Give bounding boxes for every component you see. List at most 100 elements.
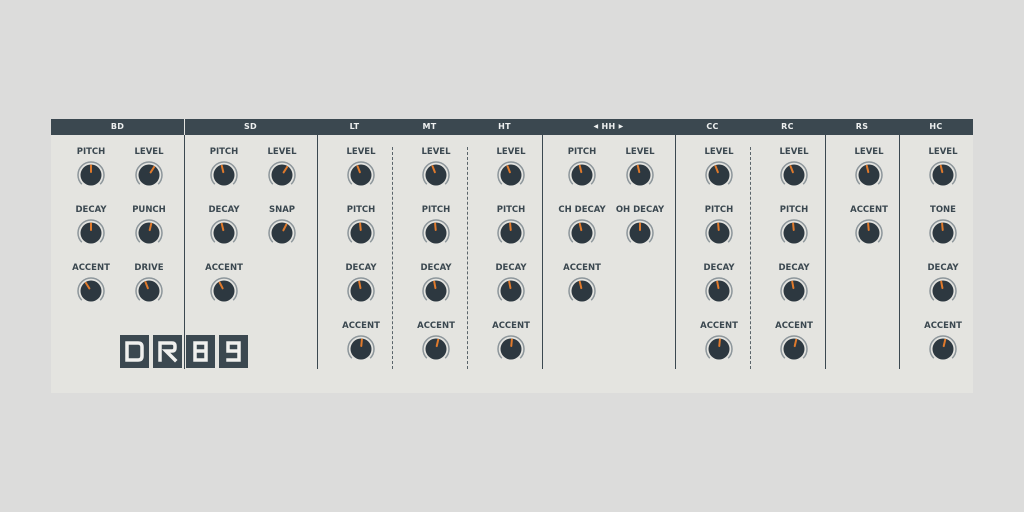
knob-dial-icon[interactable] (780, 161, 808, 189)
knob-hc-tone[interactable]: TONE (911, 205, 975, 255)
section-title-rs: RS (855, 122, 869, 131)
knob-dial-icon[interactable] (780, 335, 808, 363)
knob-dial-icon[interactable] (497, 277, 525, 305)
knob-dial-icon[interactable] (347, 335, 375, 363)
knob-dial-icon[interactable] (135, 219, 163, 247)
knob-dial-icon[interactable] (855, 219, 883, 247)
knob-label: PITCH (496, 205, 526, 215)
knob-dial-icon[interactable] (497, 219, 525, 247)
knob-bd-decay[interactable]: DECAY (59, 205, 123, 255)
knob-dial-icon[interactable] (626, 161, 654, 189)
knob-cc-decay[interactable]: DECAY (687, 263, 751, 313)
knob-mt-level[interactable]: LEVEL (404, 147, 468, 197)
knob-sd-accent[interactable]: ACCENT (192, 263, 256, 313)
knob-lt-level[interactable]: LEVEL (329, 147, 393, 197)
knob-label: ACCENT (492, 321, 530, 331)
knob-bd-drive[interactable]: DRIVE (117, 263, 181, 313)
knob-dial-icon[interactable] (210, 219, 238, 247)
knob-dial-icon[interactable] (135, 277, 163, 305)
knob-label: ACCENT (775, 321, 813, 331)
knob-lt-accent[interactable]: ACCENT (329, 321, 393, 371)
knob-dial-icon[interactable] (705, 335, 733, 363)
knob-dial-icon[interactable] (568, 219, 596, 247)
knob-lt-pitch[interactable]: PITCH (329, 205, 393, 255)
knob-dial-icon[interactable] (929, 219, 957, 247)
knob-dial-icon[interactable] (210, 161, 238, 189)
knob-ht-pitch[interactable]: PITCH (479, 205, 543, 255)
knob-mt-pitch[interactable]: PITCH (404, 205, 468, 255)
knob-dial-icon[interactable] (780, 277, 808, 305)
drum-machine-panel: BD SD LT MT HT ◀ HH ▶ CC RC RS HC PITCH L… (51, 119, 973, 393)
arrow-left-icon[interactable]: ◀ (593, 123, 598, 130)
knob-dial-icon[interactable] (780, 219, 808, 247)
knob-sd-level[interactable]: LEVEL (250, 147, 314, 197)
knob-hh-oh-decay[interactable]: OH DECAY (608, 205, 672, 255)
knob-mt-accent[interactable]: ACCENT (404, 321, 468, 371)
knob-bd-accent[interactable]: ACCENT (59, 263, 123, 313)
knob-hh-ch-decay[interactable]: CH DECAY (550, 205, 614, 255)
knob-rc-accent[interactable]: ACCENT (762, 321, 826, 371)
knob-lt-decay[interactable]: DECAY (329, 263, 393, 313)
knob-sd-pitch[interactable]: PITCH (192, 147, 256, 197)
section-title-lt: LT (349, 122, 360, 131)
knob-dial-icon[interactable] (422, 161, 450, 189)
knob-rs-level[interactable]: LEVEL (837, 147, 901, 197)
knob-bd-level[interactable]: LEVEL (117, 147, 181, 197)
section-title-rc: RC (781, 122, 794, 131)
knob-cc-pitch[interactable]: PITCH (687, 205, 751, 255)
knob-hh-level[interactable]: LEVEL (608, 147, 672, 197)
knob-dial-icon[interactable] (210, 277, 238, 305)
knob-dial-icon[interactable] (268, 161, 296, 189)
knob-dial-icon[interactable] (347, 219, 375, 247)
knob-dial-icon[interactable] (705, 277, 733, 305)
knob-dial-icon[interactable] (422, 219, 450, 247)
dr89-logo (120, 335, 250, 369)
knob-bd-pitch[interactable]: PITCH (59, 147, 123, 197)
knob-dial-icon[interactable] (77, 161, 105, 189)
knob-dial-icon[interactable] (705, 219, 733, 247)
knob-hh-pitch[interactable]: PITCH (550, 147, 614, 197)
knob-label: ACCENT (205, 263, 243, 273)
knob-hc-level[interactable]: LEVEL (911, 147, 975, 197)
knob-dial-icon[interactable] (929, 161, 957, 189)
knob-sd-snap[interactable]: SNAP (250, 205, 314, 255)
knob-dial-icon[interactable] (929, 335, 957, 363)
knob-rs-accent[interactable]: ACCENT (837, 205, 901, 255)
knob-dial-icon[interactable] (705, 161, 733, 189)
knob-sd-decay[interactable]: DECAY (192, 205, 256, 255)
knob-dial-icon[interactable] (497, 335, 525, 363)
knob-hh-accent[interactable]: ACCENT (550, 263, 614, 313)
knob-dial-icon[interactable] (422, 335, 450, 363)
knob-dial-icon[interactable] (568, 161, 596, 189)
arrow-right-icon[interactable]: ▶ (619, 123, 624, 130)
knob-ht-decay[interactable]: DECAY (479, 263, 543, 313)
knob-dial-icon[interactable] (347, 161, 375, 189)
knob-label: PITCH (346, 205, 376, 215)
knob-hc-decay[interactable]: DECAY (911, 263, 975, 313)
knob-rc-level[interactable]: LEVEL (762, 147, 826, 197)
knob-rc-decay[interactable]: DECAY (762, 263, 826, 313)
knob-dial-icon[interactable] (135, 161, 163, 189)
knob-ht-level[interactable]: LEVEL (479, 147, 543, 197)
knob-dial-icon[interactable] (77, 219, 105, 247)
knob-label: SNAP (268, 205, 296, 215)
knob-cc-accent[interactable]: ACCENT (687, 321, 751, 371)
knob-bd-punch[interactable]: PUNCH (117, 205, 181, 255)
knob-dial-icon[interactable] (626, 219, 654, 247)
knob-dial-icon[interactable] (929, 277, 957, 305)
knob-dial-icon[interactable] (568, 277, 596, 305)
knob-dial-icon[interactable] (77, 277, 105, 305)
knob-cc-level[interactable]: LEVEL (687, 147, 751, 197)
knob-label: DECAY (75, 205, 107, 215)
knob-label: PITCH (779, 205, 809, 215)
knob-rc-pitch[interactable]: PITCH (762, 205, 826, 255)
knob-mt-decay[interactable]: DECAY (404, 263, 468, 313)
knob-dial-icon[interactable] (268, 219, 296, 247)
knob-dial-icon[interactable] (347, 277, 375, 305)
knob-ht-accent[interactable]: ACCENT (479, 321, 543, 371)
knob-dial-icon[interactable] (497, 161, 525, 189)
knob-hc-accent[interactable]: ACCENT (911, 321, 975, 371)
section-title-bd: BD (110, 122, 125, 131)
knob-dial-icon[interactable] (855, 161, 883, 189)
knob-dial-icon[interactable] (422, 277, 450, 305)
